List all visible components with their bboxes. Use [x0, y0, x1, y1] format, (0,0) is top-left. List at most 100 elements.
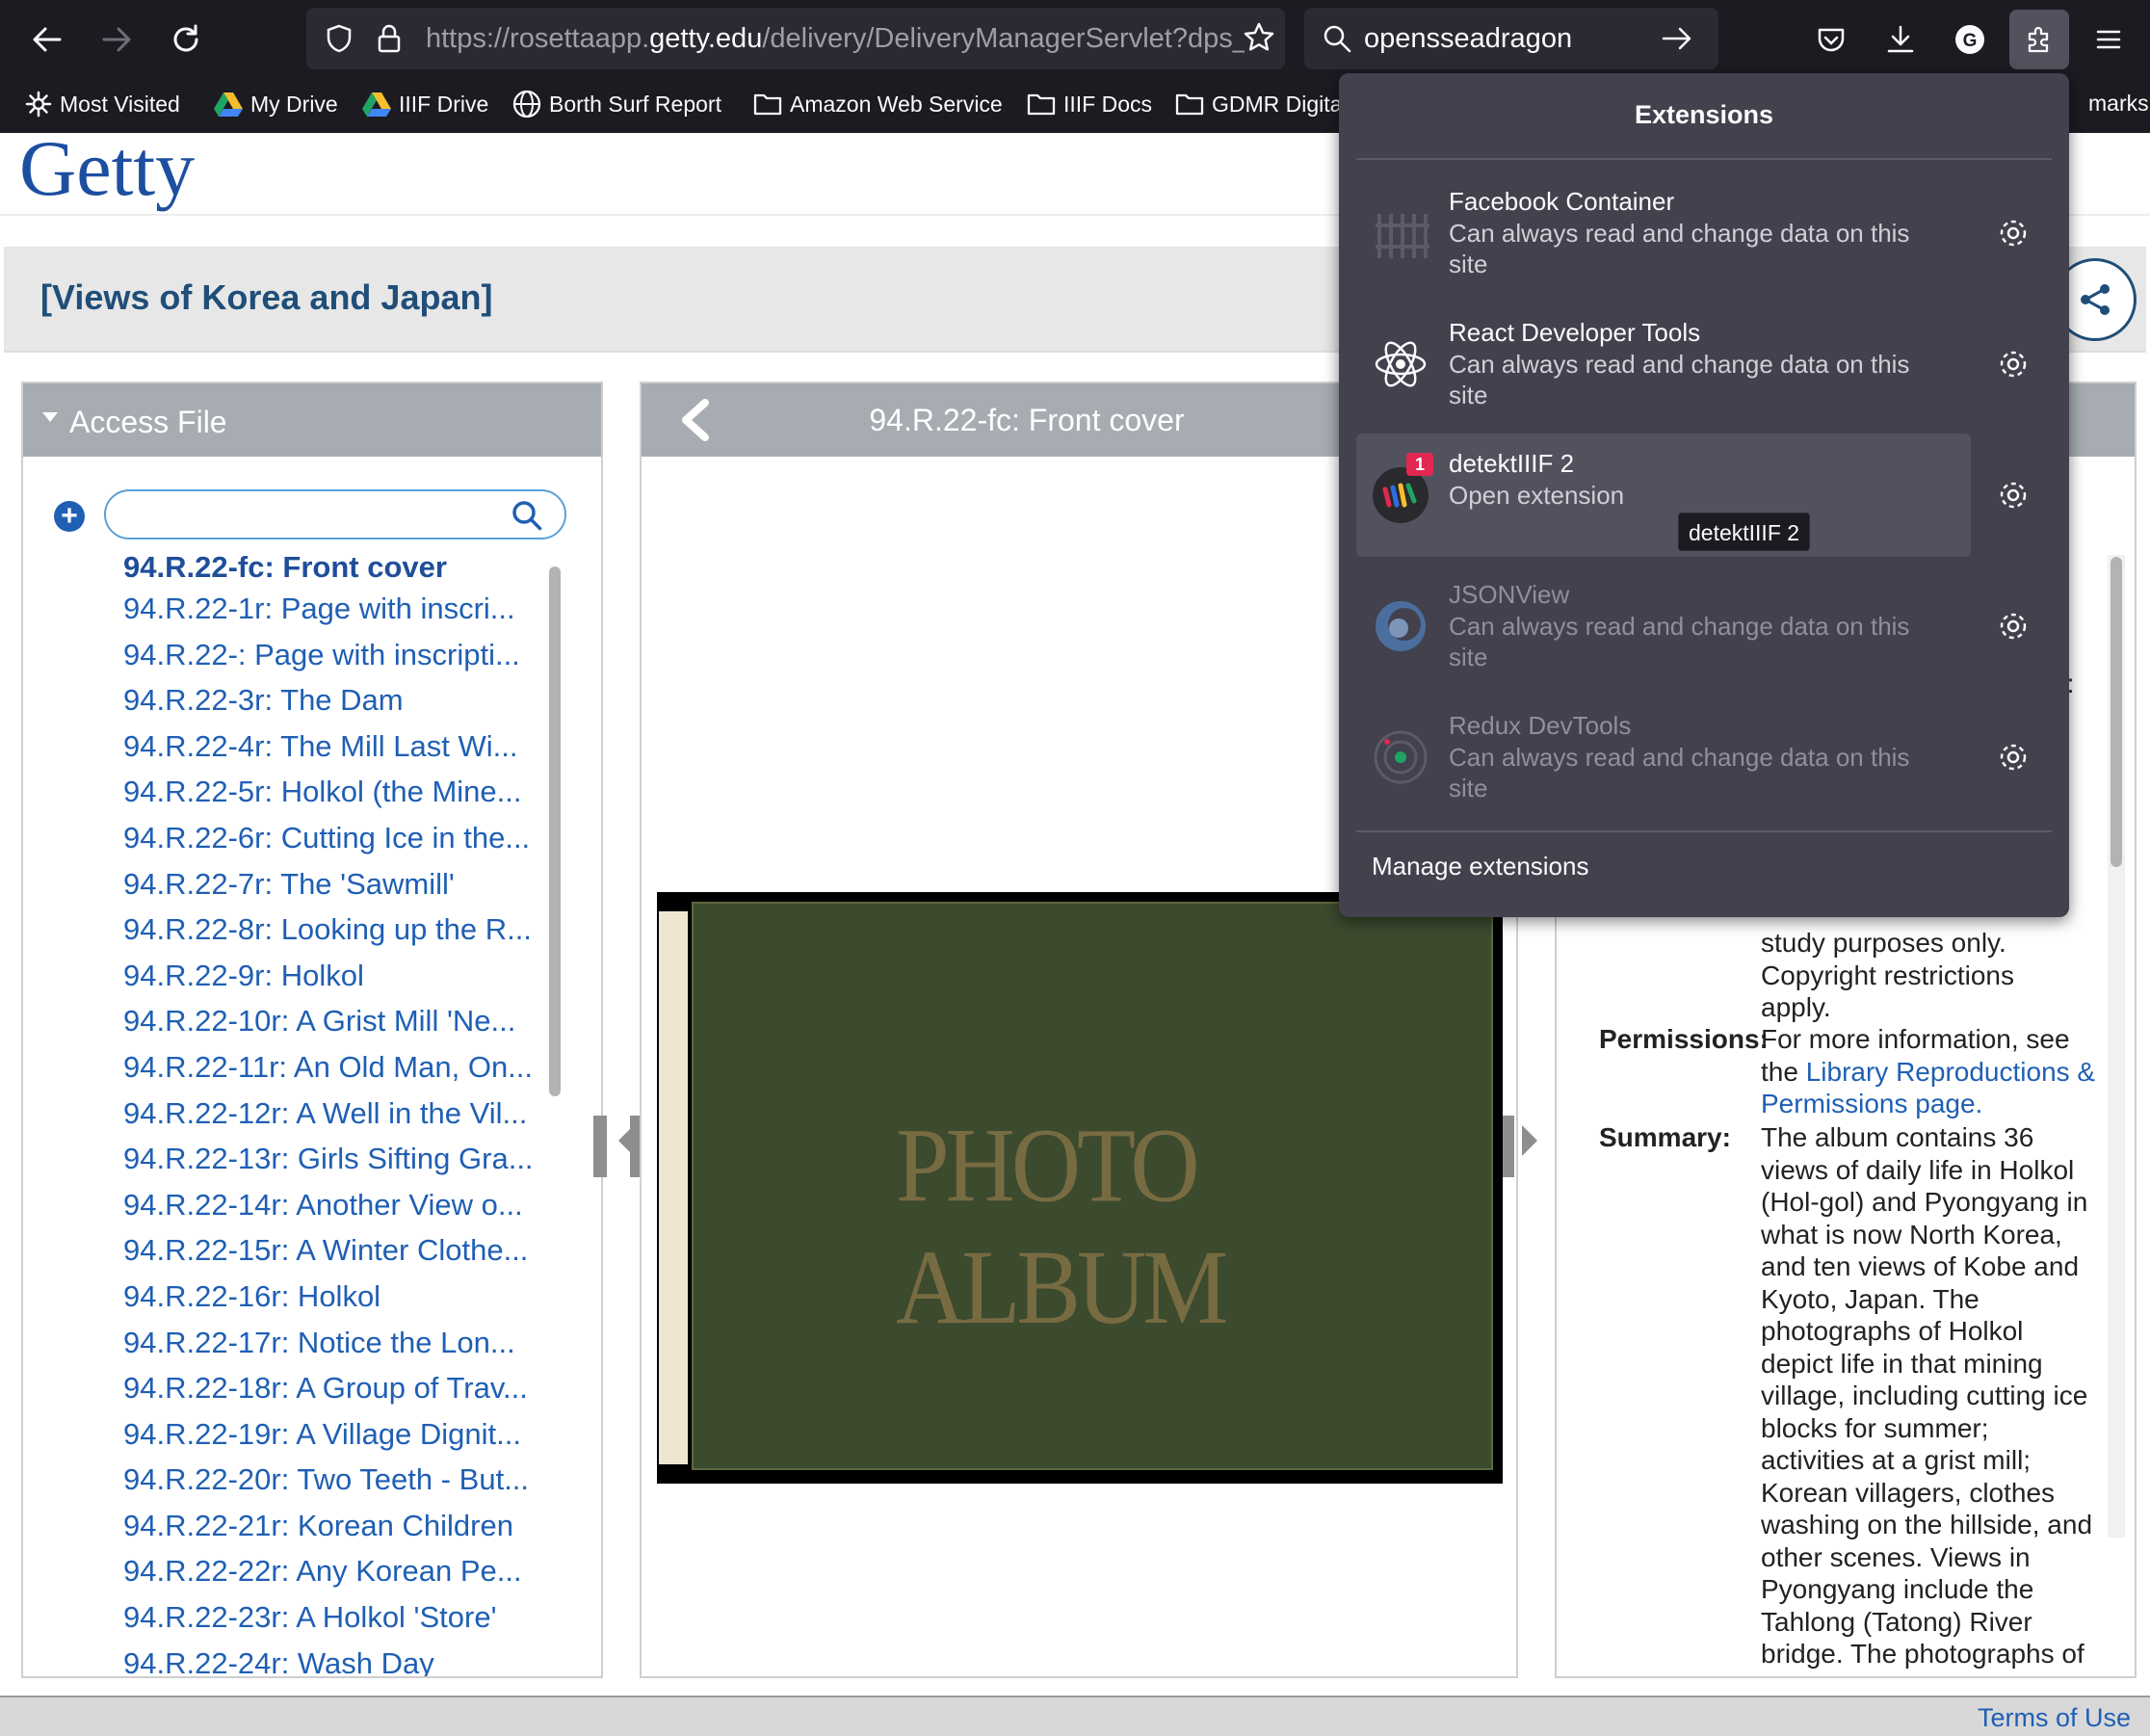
album-cover-lettering: PHOTO ALBUM — [896, 1106, 1228, 1347]
bookmark-gdmr-digital[interactable]: GDMR Digita — [1175, 87, 1342, 121]
notification-badge: 1 — [1406, 453, 1433, 476]
access-file-list: 94.R.22-fc: Front cover 94.R.22-1r: Page… — [123, 551, 557, 1676]
react-icon — [1372, 335, 1429, 393]
menu-button[interactable] — [2079, 10, 2138, 69]
caret-down-icon — [42, 412, 58, 422]
file-item[interactable]: 94.R.22-: Page with inscripti... — [123, 632, 557, 678]
left-splitter[interactable] — [593, 1116, 607, 1177]
search-icon[interactable] — [511, 499, 543, 532]
file-item[interactable]: 94.R.22-8r: Looking up the R... — [123, 907, 557, 953]
bookmark-amazon-web-service[interactable]: Amazon Web Service — [753, 87, 1003, 121]
gear-icon — [2000, 613, 2027, 640]
account-avatar-icon: G — [1955, 25, 1984, 54]
file-item[interactable]: 94.R.22-7r: The 'Sawmill' — [123, 861, 557, 907]
lock-icon[interactable] — [376, 23, 403, 54]
manage-extensions-link[interactable]: Manage extensions — [1372, 852, 1588, 881]
pocket-button[interactable] — [1801, 10, 1861, 69]
arrow-right-icon — [102, 27, 131, 52]
getty-logo[interactable]: Getty — [19, 123, 195, 214]
back-button[interactable] — [17, 10, 77, 69]
record-title: [Views of Korea and Japan] — [40, 277, 493, 317]
reload-button[interactable] — [156, 10, 216, 69]
extension-facebook-container[interactable]: Facebook Container Can always read and c… — [1356, 171, 1971, 295]
permissions-link[interactable]: Library Reproductions & Permissions page… — [1761, 1057, 2095, 1119]
jsonview-icon — [1372, 597, 1429, 655]
folder-icon — [753, 93, 782, 116]
bookmark-most-visited[interactable]: Most Visited — [25, 87, 180, 121]
forward-button[interactable] — [87, 10, 146, 69]
file-search-input[interactable] — [123, 499, 499, 530]
file-item[interactable]: 94.R.22-4r: The Mill Last Wi... — [123, 723, 557, 770]
permissions-label: Permissions: — [1599, 1024, 1769, 1054]
file-item[interactable]: 94.R.22-18r: A Group of Trav... — [123, 1365, 557, 1411]
file-item[interactable]: 94.R.22-fc: Front cover — [123, 551, 557, 586]
metadata-scrollbar-thumb[interactable] — [2111, 557, 2122, 867]
extension-react-developer-tools[interactable]: React Developer Tools Can always read an… — [1356, 302, 1971, 426]
globe-icon — [512, 90, 541, 118]
detektiiif-settings-button[interactable] — [1994, 476, 2032, 514]
gear-icon — [2000, 482, 2027, 509]
viewer-title: 94.R.22-fc: Front cover — [869, 403, 1185, 437]
extension-jsonview[interactable]: JSONView Can always read and change data… — [1356, 565, 1971, 688]
file-item[interactable]: 94.R.22-17r: Notice the Lon... — [123, 1320, 557, 1366]
react-devtools-settings-button[interactable] — [1994, 345, 2032, 383]
extension-detektiiif[interactable]: 1 detektIIIF 2 Open extension — [1356, 434, 1971, 557]
file-item[interactable]: 94.R.22-20r: Two Teeth - But... — [123, 1457, 557, 1503]
extension-description: Can always read and change data on this … — [1449, 350, 1910, 409]
bookmark-iiif-docs[interactable]: IIIF Docs — [1027, 87, 1152, 121]
downloads-button[interactable] — [1871, 10, 1930, 69]
file-item[interactable]: 94.R.22-3r: The Dam — [123, 677, 557, 723]
file-item[interactable]: 94.R.22-6r: Cutting Ice in the... — [123, 815, 557, 861]
search-icon — [1324, 25, 1351, 53]
file-item[interactable]: 94.R.22-19r: A Village Dignit... — [123, 1411, 557, 1458]
extension-name: React Developer Tools — [1449, 318, 1701, 347]
extensions-button[interactable] — [2009, 10, 2069, 69]
jsonview-settings-button[interactable] — [1994, 607, 2032, 645]
file-item[interactable]: 94.R.22-5r: Holkol (the Mine... — [123, 769, 557, 815]
google-drive-icon — [214, 92, 243, 117]
file-item[interactable]: 94.R.22-11r: An Old Man, On... — [123, 1044, 557, 1091]
puzzle-icon — [2028, 26, 2049, 53]
bookmark-iiif-drive[interactable]: IIIF Drive — [362, 87, 488, 121]
file-item[interactable]: 94.R.22-22r: Any Korean Pe... — [123, 1548, 557, 1594]
extension-tooltip: detektIIIF 2 — [1678, 513, 1811, 551]
account-button[interactable]: G — [1940, 10, 2000, 69]
file-item[interactable]: 94.R.22-24r: Wash Day — [123, 1641, 557, 1676]
album-cover-image[interactable]: PHOTO ALBUM — [657, 892, 1503, 1484]
bookmark-borth-surf-report[interactable]: Borth Surf Report — [512, 87, 721, 121]
file-item[interactable]: 94.R.22-1r: Page with inscri... — [123, 586, 557, 632]
file-item[interactable]: 94.R.22-16r: Holkol — [123, 1274, 557, 1320]
extension-redux-devtools[interactable]: Redux DevTools Can always read and chang… — [1356, 696, 1971, 819]
other-bookmarks[interactable]: marks — [2088, 91, 2149, 117]
bookmark-my-drive[interactable]: My Drive — [214, 87, 338, 121]
extensions-title: Extensions — [1634, 100, 1774, 129]
shield-icon[interactable] — [324, 23, 354, 54]
extension-name: JSONView — [1449, 580, 1570, 609]
url-bar[interactable]: https://rosettaapp.getty.edu/delivery/De… — [306, 8, 1285, 69]
file-item[interactable]: 94.R.22-15r: A Winter Clothe... — [123, 1227, 557, 1274]
search-bar[interactable]: opensseadragon — [1304, 8, 1718, 69]
folder-icon — [1175, 93, 1204, 116]
access-file-header[interactable]: Access File — [23, 383, 601, 457]
album-cover: PHOTO ALBUM — [692, 902, 1493, 1470]
redux-devtools-settings-button[interactable] — [1994, 738, 2032, 776]
file-item[interactable]: 94.R.22-23r: A Holkol 'Store' — [123, 1594, 557, 1641]
url-text: https://rosettaapp.getty.edu/delivery/De… — [426, 23, 1245, 54]
file-search-field[interactable] — [104, 489, 566, 539]
file-item[interactable]: 94.R.22-13r: Girls Sifting Gra... — [123, 1136, 557, 1182]
collapse-right-icon[interactable] — [1522, 1125, 1537, 1156]
access-file-title: Access File — [69, 405, 227, 439]
divider — [1356, 158, 2052, 160]
right-splitter-handle[interactable] — [1503, 1116, 1514, 1177]
facebook-container-settings-button[interactable] — [1994, 214, 2032, 252]
add-button[interactable]: + — [54, 501, 85, 532]
album-spine — [659, 911, 688, 1464]
go-arrow-icon[interactable] — [1661, 23, 1693, 54]
file-item[interactable]: 94.R.22-21r: Korean Children — [123, 1503, 557, 1549]
file-item[interactable]: 94.R.22-12r: A Well in the Vil... — [123, 1091, 557, 1137]
file-item[interactable]: 94.R.22-10r: A Grist Mill 'Ne... — [123, 998, 557, 1044]
file-item[interactable]: 94.R.22-9r: Holkol — [123, 953, 557, 999]
terms-of-use-link[interactable]: Terms of Use — [1978, 1703, 2131, 1733]
star-icon[interactable] — [1243, 21, 1275, 54]
file-item[interactable]: 94.R.22-14r: Another View o... — [123, 1182, 557, 1228]
